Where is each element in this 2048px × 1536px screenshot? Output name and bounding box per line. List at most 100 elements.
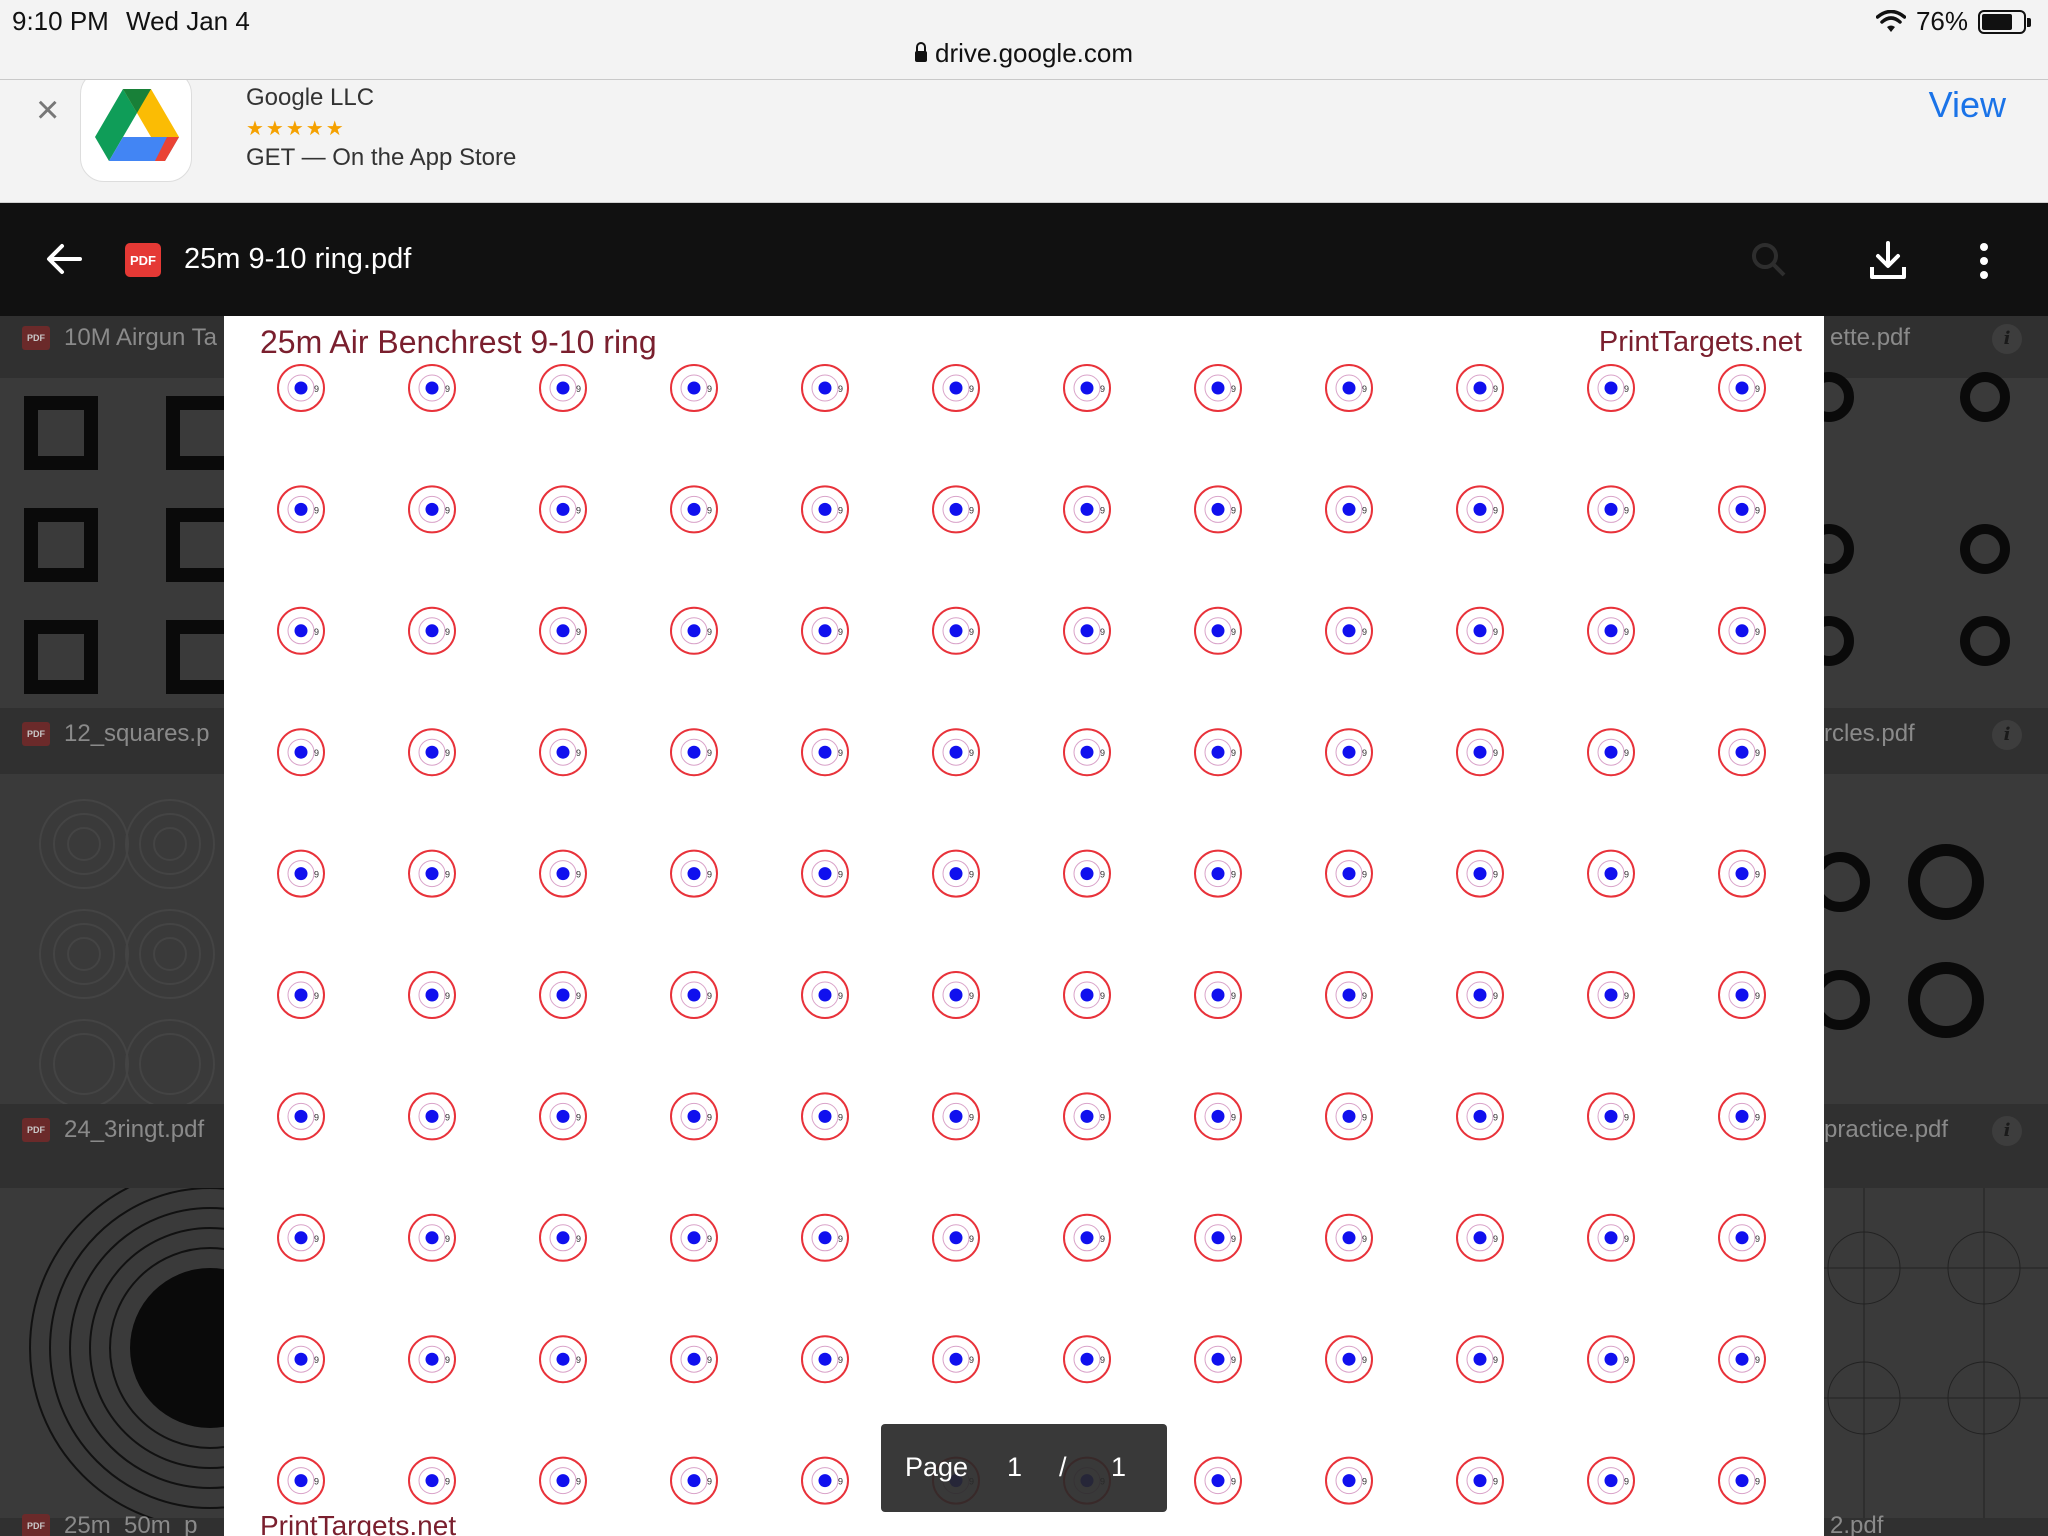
target-score-label: 9 [1493,627,1498,637]
target-center [556,988,570,1002]
target-center [1735,624,1749,638]
target-score-label: 9 [1624,991,1629,1001]
target: 9 [1063,1092,1111,1141]
target-score-label: 9 [1755,505,1760,515]
target-score-label: 9 [445,627,450,637]
ring-target-thumb [1908,844,1984,920]
pdf-file-icon: PDF [22,326,50,350]
target: 9 [539,1456,587,1505]
page-total: 1 [1111,1452,1127,1482]
target: 9 [1456,728,1504,777]
target-score-label: 9 [969,870,974,880]
target-center [556,867,570,881]
info-icon[interactable]: i [1992,1116,2022,1146]
status-time: 9:10 PM [12,6,109,36]
target: 9 [1587,1335,1635,1384]
target-center [425,502,439,516]
target: 9 [670,1335,718,1384]
target-center [1473,381,1487,395]
target-score-label: 9 [707,1355,712,1365]
file-label[interactable]: PDF 12_squares.p [22,720,209,748]
target-center [1342,381,1356,395]
file-thumbnail[interactable] [0,378,240,708]
app-rating-stars: ★★★★★ [246,118,346,140]
target-score-label: 9 [1231,1355,1236,1365]
pdf-viewer-toolbar: PDF 25m 9-10 ring.pdf [0,203,2048,316]
target: 9 [1194,1335,1242,1384]
file-label[interactable]: 2.pdf [1830,1512,1883,1536]
target: 9 [932,1335,980,1384]
target-score-label: 9 [1624,1234,1629,1244]
file-thumbnail[interactable] [0,1167,391,1529]
target-center [1211,381,1225,395]
target-score-label: 9 [838,748,843,758]
file-thumbnail[interactable] [1810,774,2048,1104]
target-score-label: 9 [707,1234,712,1244]
target-score-label: 9 [838,505,843,515]
target: 9 [1587,728,1635,777]
target-score-label: 9 [707,748,712,758]
target-center [556,745,570,759]
target: 9 [1325,849,1373,898]
target-center [1735,381,1749,395]
view-button[interactable]: View [1929,84,2006,126]
target-center [425,867,439,881]
back-arrow-icon[interactable] [44,239,84,279]
target: 9 [408,606,456,655]
target: 9 [539,1335,587,1384]
file-thumbnail[interactable] [1824,1188,2048,1518]
file-label[interactable]: PDF 10M Airgun Ta [22,324,217,352]
status-date: Wed Jan 4 [126,6,250,36]
target: 9 [539,849,587,898]
battery-percent: 76% [1915,6,1968,36]
target-score-label: 9 [1231,627,1236,637]
google-drive-app-icon[interactable] [80,80,192,182]
target-center [1211,1352,1225,1366]
file-name: 10M Airgun Ta [64,324,217,351]
target-center [1211,1231,1225,1245]
target-score-label: 9 [1362,505,1367,515]
target-center [1473,1109,1487,1123]
target-score-label: 9 [314,1234,319,1244]
target-center [949,381,963,395]
target: 9 [1718,606,1766,655]
ring-target-thumb [1960,372,2010,422]
target-score-label: 9 [1231,1112,1236,1122]
target: 9 [670,485,718,534]
target: 9 [408,849,456,898]
target-center [1735,867,1749,881]
target: 9 [277,1456,325,1505]
file-label[interactable]: practice.pdf [1824,1116,1948,1144]
url-bar[interactable]: drive.google.com [0,38,2048,69]
target-score-label: 9 [1755,870,1760,880]
target-score-label: 9 [1362,1355,1367,1365]
pdf-page[interactable]: 9 9 9 9 9 9 9 9 9 9 9 9 9 9 9 9 9 9 9 9 9 9 9 9 9 9 9 9 9 9 9 9 9 9 9 9 9 9 9 9… [224,316,1824,1536]
info-icon[interactable]: i [1992,324,2022,354]
target: 9 [670,1456,718,1505]
target-center [1604,502,1618,516]
info-icon[interactable]: i [1992,720,2022,750]
more-vertical-icon[interactable] [1966,241,2002,281]
target-score-label: 9 [838,870,843,880]
target-score-label: 9 [1624,870,1629,880]
target: 9 [1063,364,1111,412]
target-center [1604,1474,1618,1488]
close-icon[interactable]: × [36,90,59,130]
file-label[interactable]: PDF 25m_50m_p [22,1512,197,1536]
file-label[interactable]: PDF 24_3ringt.pdf [22,1116,204,1144]
target-center [1735,1352,1749,1366]
file-thumbnail[interactable] [1804,372,2048,708]
target-score-label: 9 [576,991,581,1001]
target-center [425,1231,439,1245]
target-score-label: 9 [1231,1477,1236,1487]
target: 9 [1194,364,1242,412]
file-label[interactable]: rcles.pdf [1824,720,1915,748]
target-center [556,1231,570,1245]
target-center [294,745,308,759]
file-thumbnail[interactable] [0,774,224,1109]
file-label[interactable]: ette.pdf [1830,324,1910,352]
download-icon[interactable] [1866,239,1910,283]
target-score-label: 9 [1100,991,1105,1001]
target-center [556,502,570,516]
target-center [1604,1352,1618,1366]
